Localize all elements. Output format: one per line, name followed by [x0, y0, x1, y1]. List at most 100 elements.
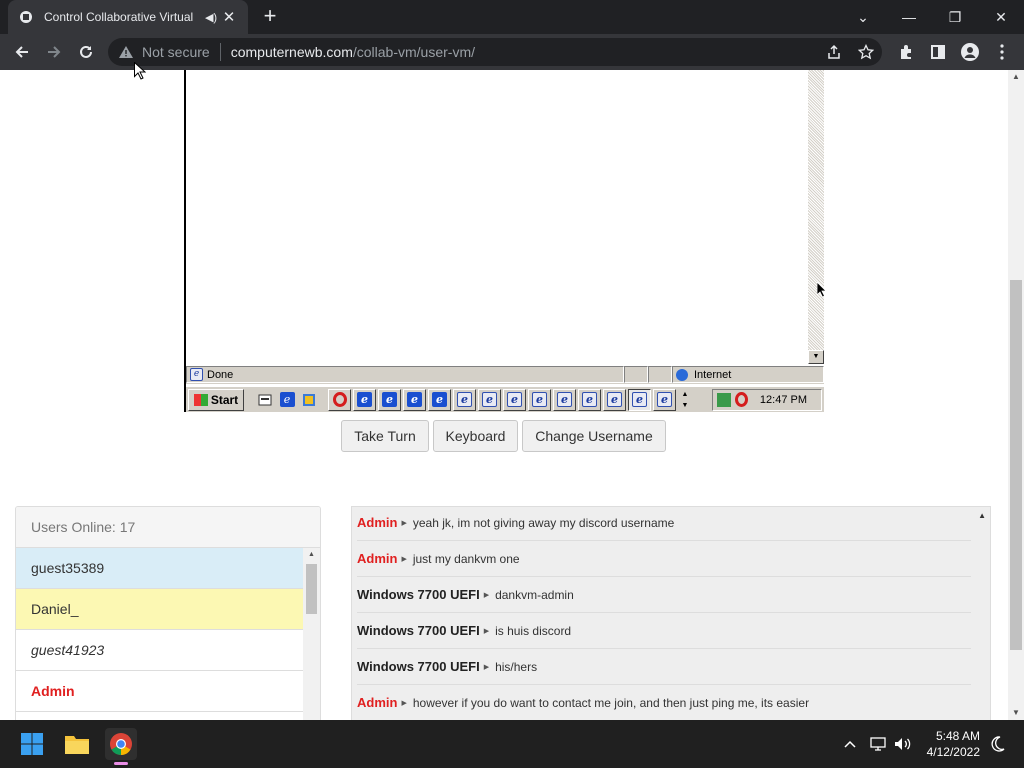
- clock-date: 4/12/2022: [926, 745, 980, 759]
- opera-task-button[interactable]: [328, 388, 351, 411]
- windows-start-icon[interactable]: [16, 728, 48, 760]
- vm-start-button[interactable]: Start: [188, 388, 244, 411]
- ie-quicklaunch-icon[interactable]: e: [278, 391, 296, 409]
- status-cell-empty: [624, 366, 648, 383]
- scroll-up-arrow-icon[interactable]: ▲: [303, 548, 320, 562]
- show-desktop-icon[interactable]: [256, 391, 274, 409]
- ie-task-button[interactable]: e: [378, 388, 401, 411]
- forward-button[interactable]: [40, 38, 68, 66]
- opera-tray-icon[interactable]: [735, 392, 748, 407]
- system-clock[interactable]: 5:48 AM 4/12/2022: [927, 728, 980, 760]
- user-list-item[interactable]: guest35389: [16, 548, 304, 589]
- chat-arrow-icon: ▶: [401, 519, 407, 527]
- user-list-item[interactable]: guest41923: [16, 630, 304, 671]
- vm-screen[interactable]: ▼ e Done Internet Start e e e e e e e e …: [184, 70, 824, 412]
- ie-task-button[interactable]: e: [478, 388, 501, 411]
- file-explorer-icon[interactable]: [61, 728, 93, 760]
- page-scroll-down-icon[interactable]: ▼: [1008, 706, 1024, 720]
- windows-flag-icon: [193, 393, 208, 406]
- vm-clock: 12:47 PM: [759, 393, 807, 406]
- tab-close-icon[interactable]: ✕: [220, 8, 238, 26]
- ie-task-button[interactable]: e: [453, 388, 476, 411]
- chat-username: Windows 7700 UEFI: [357, 659, 480, 674]
- audio-playing-icon[interactable]: ◀): [202, 11, 220, 24]
- site-favicon-icon: [18, 9, 34, 25]
- user-list-item[interactable]: Daniel_: [16, 589, 304, 630]
- chat-message: Windows 7700 UEFI ▶ his/hers: [357, 649, 971, 685]
- chat-message: Windows 7700 UEFI ▶ is huis discord: [357, 613, 971, 649]
- task-scroll-arrows-icon[interactable]: ▲ ▼: [678, 389, 692, 411]
- ie-task-button[interactable]: e: [553, 388, 576, 411]
- chat-scroll-up-icon[interactable]: ▲: [978, 511, 986, 520]
- page-scrollbar[interactable]: ▲ ▼: [1008, 70, 1024, 720]
- start-label: Start: [210, 392, 239, 407]
- profile-avatar-icon[interactable]: [956, 38, 984, 66]
- chat-message: Admin ▶ yeah jk, im not giving away my d…: [357, 507, 971, 541]
- chat-arrow-icon: ▶: [401, 555, 407, 563]
- browser-menu-icon[interactable]: [988, 38, 1016, 66]
- vm-system-tray: 12:47 PM: [712, 388, 822, 411]
- active-app-indicator: [114, 762, 128, 765]
- ie-task-button[interactable]: e: [653, 388, 676, 411]
- vm-browser-scrollbar[interactable]: ▼: [808, 70, 824, 364]
- take-turn-button[interactable]: Take Turn: [341, 420, 429, 452]
- ie-task-button[interactable]: e: [353, 388, 376, 411]
- restore-button[interactable]: ❐: [932, 0, 978, 34]
- url-host: computernewb.com: [230, 44, 353, 60]
- change-username-button[interactable]: Change Username: [522, 420, 666, 452]
- keyboard-button[interactable]: Keyboard: [433, 420, 518, 452]
- tray-overflow-chevron-icon[interactable]: [836, 728, 864, 760]
- clock-time: 5:48 AM: [935, 729, 980, 743]
- page-scrollbar-thumb[interactable]: [1010, 280, 1022, 650]
- side-panel-icon[interactable]: [924, 38, 952, 66]
- chat-arrow-icon: ▶: [483, 627, 490, 635]
- channels-icon[interactable]: [300, 391, 318, 409]
- chat-username: Windows 7700 UEFI: [357, 587, 480, 602]
- new-tab-button[interactable]: +: [258, 4, 282, 28]
- warning-icon[interactable]: [118, 45, 134, 59]
- security-label[interactable]: Not secure: [142, 44, 210, 60]
- minimize-button[interactable]: —: [886, 0, 932, 34]
- chat-message: Admin ▶ however if you do want to contac…: [357, 685, 971, 720]
- internet-globe-icon: [676, 368, 688, 381]
- chat-username: Windows 7700 UEFI: [357, 623, 480, 638]
- ie-task-button[interactable]: e: [428, 388, 451, 411]
- omnibox-divider: [219, 43, 221, 61]
- bookmark-star-icon[interactable]: [850, 44, 882, 60]
- vm-ie-statusbar: e Done Internet: [186, 366, 824, 384]
- ie-task-button-active[interactable]: e: [628, 388, 651, 411]
- chat-panel: Admin ▶ yeah jk, im not giving away my d…: [351, 506, 991, 720]
- windows-taskbar: 5:48 AM 4/12/2022: [0, 720, 1024, 768]
- ie-task-button[interactable]: e: [603, 388, 626, 411]
- chrome-taskbar-icon[interactable]: [105, 728, 137, 765]
- close-window-button[interactable]: ✕: [978, 0, 1024, 34]
- ie-task-button[interactable]: e: [528, 388, 551, 411]
- user-list-item-admin[interactable]: Admin: [16, 671, 304, 712]
- url-path: /collab-vm/user-vm/: [352, 44, 476, 60]
- ie-task-button[interactable]: e: [503, 388, 526, 411]
- reload-button[interactable]: [72, 38, 100, 66]
- back-button[interactable]: [8, 38, 36, 66]
- chat-text: yeah jk, im not giving away my discord u…: [412, 515, 675, 530]
- network-tray-icon[interactable]: [717, 392, 731, 407]
- chat-arrow-icon: ▶: [483, 663, 490, 671]
- address-bar[interactable]: Not secure computernewb.com/collab-vm/us…: [108, 38, 882, 66]
- page-scroll-up-icon[interactable]: ▲: [1008, 70, 1024, 84]
- extensions-icon[interactable]: [892, 38, 920, 66]
- users-online-panel: Users Online: 17 guest35389 Daniel_ gues…: [15, 506, 321, 720]
- chat-text: is huis discord: [495, 623, 572, 638]
- user-list-item[interactable]: [16, 712, 304, 720]
- users-scrollbar-thumb[interactable]: [306, 564, 317, 614]
- tab-search-icon[interactable]: ⌄: [840, 0, 886, 34]
- ie-task-button[interactable]: e: [578, 388, 601, 411]
- scroll-down-arrow-icon[interactable]: ▼: [808, 350, 824, 364]
- chat-message: Admin ▶ just my dankvm one: [357, 541, 971, 577]
- users-scrollbar[interactable]: ▲: [303, 548, 320, 720]
- share-icon[interactable]: [818, 44, 850, 60]
- network-icon[interactable]: [866, 728, 890, 760]
- volume-icon[interactable]: [890, 728, 916, 760]
- focus-moon-icon[interactable]: [988, 728, 1008, 760]
- ie-task-button[interactable]: e: [403, 388, 426, 411]
- web-page: ▼ e Done Internet Start e e e e e e e e …: [0, 70, 1008, 720]
- browser-tab[interactable]: Control Collaborative Virtual ◀) ✕: [8, 0, 248, 34]
